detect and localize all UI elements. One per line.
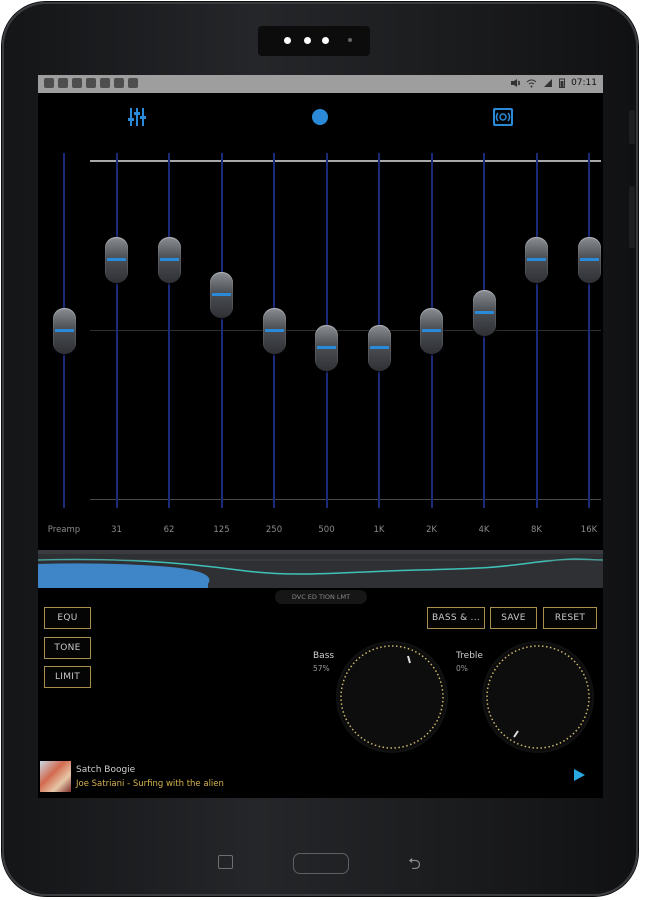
eq-top-line: [90, 160, 601, 162]
wifi-icon: [526, 79, 537, 88]
eq-band-label: Preamp: [47, 525, 81, 535]
eq-slider-knob-6[interactable]: [367, 325, 391, 372]
album-art[interactable]: [40, 761, 71, 792]
eq-band-label: 8K: [531, 525, 542, 535]
equalizer-panel: Preamp 31 62 125 250 500 1K 2K 4K 8K 16K: [38, 145, 603, 585]
tone-button[interactable]: TONE: [44, 637, 91, 659]
eq-band-label: 4K: [478, 525, 490, 535]
eq-slider-knob-8[interactable]: [472, 289, 496, 336]
treble-label: Treble: [456, 651, 483, 661]
bass-label: Bass: [313, 651, 335, 661]
notification-icon: [128, 78, 138, 88]
home-button[interactable]: [293, 853, 349, 874]
bass-dial-graphic: [340, 645, 444, 749]
eq-bottom-line: [90, 499, 601, 500]
eq-band-label: 62: [163, 525, 175, 535]
camera-dot: [284, 37, 291, 44]
dot-icon[interactable]: [311, 108, 329, 126]
notification-icon: [44, 78, 54, 88]
eq-band-label: 2K: [426, 525, 437, 535]
eq-slider-knob-0[interactable]: [52, 307, 76, 354]
track-title[interactable]: Satch Boogie: [76, 765, 135, 775]
notification-icon: [100, 78, 110, 88]
app-screen: 07:11 Preamp 31 62 125 250 500 1K 2K 4K 8K 16K: [38, 75, 603, 798]
volume-button: [629, 110, 635, 144]
sensor-dot: [348, 38, 352, 42]
eq-response-curve: [38, 550, 603, 588]
notification-icon: [86, 78, 96, 88]
bass-button[interactable]: BASS & ...: [427, 607, 485, 629]
eq-track-9: [535, 153, 538, 508]
eq-slider-knob-1[interactable]: [105, 236, 128, 283]
response-curve-graph: [38, 550, 603, 588]
eq-center-line: [90, 330, 601, 331]
notification-icon: [58, 78, 68, 88]
mute-icon: [511, 79, 521, 87]
eq-band-label: 31: [111, 525, 122, 535]
recent-apps-button[interactable]: [218, 855, 233, 869]
eq-track-2: [168, 153, 170, 508]
limit-button[interactable]: LIMIT: [44, 666, 91, 688]
camera-dot: [304, 37, 311, 44]
camera-bar: [258, 26, 370, 56]
bass-value: 57%: [313, 664, 330, 673]
eq-slider-knob-5[interactable]: [315, 325, 338, 372]
limit-tag: DVC ED TION LMT: [275, 590, 367, 604]
surround-icon[interactable]: [492, 107, 514, 127]
eq-band-label: 125: [213, 525, 230, 535]
eq-band-label: 500: [318, 525, 335, 535]
eq-track-10: [588, 153, 590, 508]
eq-slider-knob-3[interactable]: [210, 272, 233, 318]
eq-track-3: [220, 153, 223, 508]
power-button: [629, 186, 635, 248]
save-button[interactable]: SAVE: [490, 607, 537, 629]
track-artist[interactable]: Joe Satriani - Surfing with the alien: [76, 779, 224, 789]
eq-slider-knob-9[interactable]: [525, 236, 548, 283]
battery-icon: [559, 78, 566, 88]
notification-icons: [44, 78, 138, 88]
play-icon[interactable]: [574, 769, 585, 781]
eq-slider-knob-7[interactable]: [420, 307, 443, 354]
camera-dot: [322, 37, 329, 44]
notification-icon: [114, 78, 124, 88]
equalizer-sliders-icon[interactable]: [128, 107, 146, 127]
eq-slider-knob-10[interactable]: [577, 236, 601, 283]
top-icon-bar: [38, 103, 603, 131]
treble-value: 0%: [456, 664, 468, 673]
eq-band-label: 16K: [580, 525, 598, 535]
status-bar: 07:11: [38, 75, 603, 93]
treble-dial-graphic: [486, 645, 590, 749]
notification-icon: [72, 78, 82, 88]
eq-slider-knob-4[interactable]: [262, 307, 286, 354]
reset-button[interactable]: RESET: [543, 607, 597, 629]
equ-button[interactable]: EQU: [44, 607, 91, 629]
eq-band-label: 250: [265, 525, 283, 535]
eq-slider-knob-2[interactable]: [157, 236, 181, 283]
treble-dial[interactable]: [484, 643, 592, 751]
eq-track-1: [115, 153, 118, 508]
status-right: 07:11: [510, 78, 597, 88]
signal-icon: [544, 79, 553, 87]
bass-dial[interactable]: [338, 643, 446, 751]
clock: 07:11: [571, 78, 597, 88]
eq-band-label: 1K: [373, 525, 385, 535]
back-button-icon[interactable]: ⮌: [408, 853, 421, 880]
